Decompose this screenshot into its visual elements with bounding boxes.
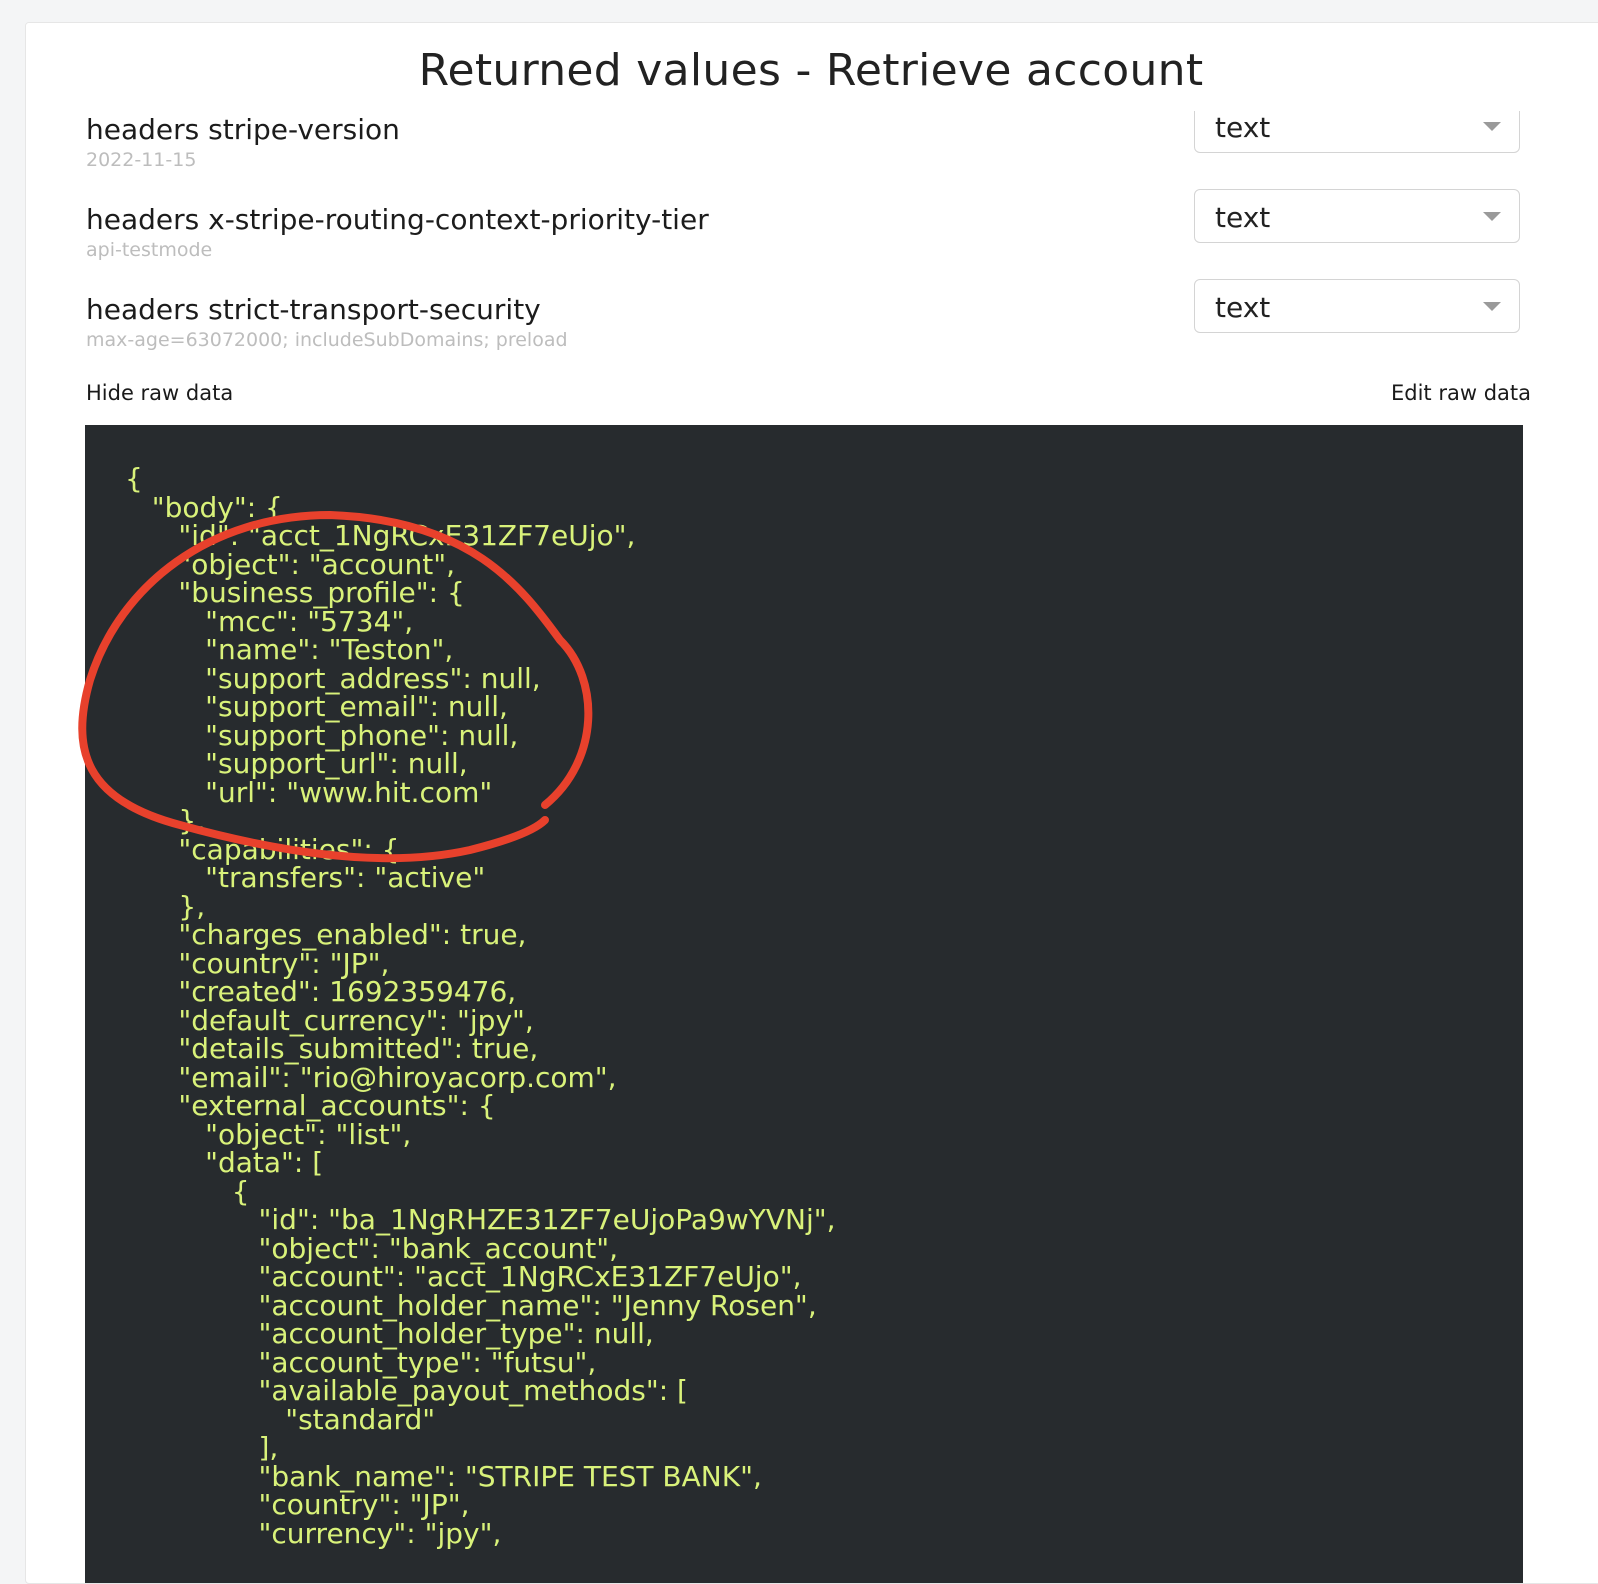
- field-row-strict-transport-security: headers strict-transport-security max-ag…: [86, 279, 1526, 363]
- raw-json-code: { "body": { "id": "acct_1NgRCxE31ZF7eUjo…: [125, 462, 836, 1550]
- field-row-routing-context: headers x-stripe-routing-context-priorit…: [86, 189, 1526, 273]
- field-sample-value: 2022-11-15: [86, 149, 197, 171]
- type-select-value: text: [1215, 111, 1271, 144]
- edit-raw-data-link[interactable]: Edit raw data: [1391, 381, 1531, 405]
- returned-values-dialog: headers stripe-version 2022-11-15 text h…: [25, 22, 1598, 1584]
- type-select-value: text: [1215, 201, 1271, 234]
- field-name: headers x-stripe-routing-context-priorit…: [86, 203, 709, 236]
- hide-raw-data-link[interactable]: Hide raw data: [86, 381, 233, 405]
- type-select-value: text: [1215, 291, 1271, 324]
- dialog-title: Returned values - Retrieve account: [26, 45, 1596, 96]
- field-name: headers strict-transport-security: [86, 293, 541, 326]
- chevron-down-icon: [1483, 122, 1501, 131]
- type-select[interactable]: text: [1194, 279, 1520, 333]
- type-select[interactable]: text: [1194, 189, 1520, 243]
- field-sample-value: max-age=63072000; includeSubDomains; pre…: [86, 329, 568, 351]
- field-sample-value: api-testmode: [86, 239, 213, 261]
- field-row-stripe-version: headers stripe-version 2022-11-15 text: [86, 99, 1526, 183]
- raw-data-panel[interactable]: { "body": { "id": "acct_1NgRCxE31ZF7eUjo…: [85, 425, 1523, 1583]
- chevron-down-icon: [1483, 302, 1501, 311]
- field-name: headers stripe-version: [86, 113, 400, 146]
- chevron-down-icon: [1483, 212, 1501, 221]
